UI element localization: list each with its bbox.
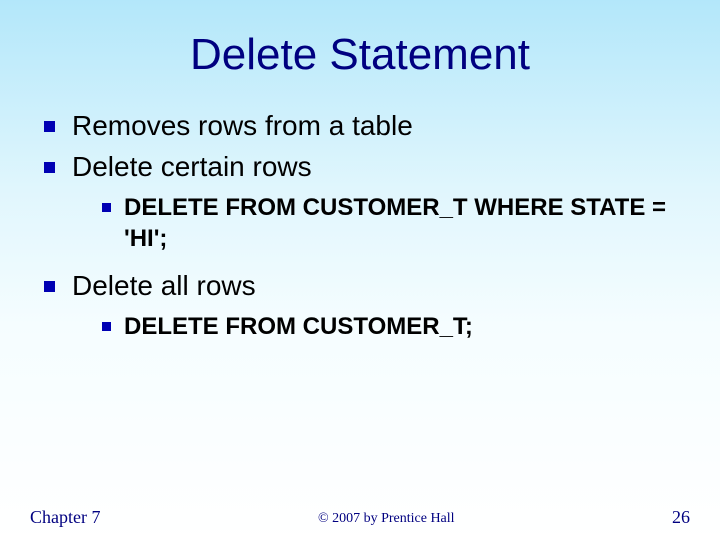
slide-title: Delete Statement xyxy=(30,30,690,80)
footer-chapter: Chapter 7 xyxy=(30,507,100,528)
sub-bullet-item: DELETE FROM CUSTOMER_T; xyxy=(102,311,690,342)
bullet-item: Delete certain rows DELETE FROM CUSTOMER… xyxy=(44,149,690,254)
footer-page-number: 26 xyxy=(672,507,690,528)
sub-bullet-list: DELETE FROM CUSTOMER_T WHERE STATE = 'HI… xyxy=(72,192,690,254)
bullet-text: Removes rows from a table xyxy=(72,110,413,141)
bullet-item: Delete all rows DELETE FROM CUSTOMER_T; xyxy=(44,268,690,342)
slide-footer: Chapter 7 © 2007 by Prentice Hall 26 xyxy=(0,507,720,528)
slide: Delete Statement Removes rows from a tab… xyxy=(0,0,720,540)
sub-bullet-text: DELETE FROM CUSTOMER_T; xyxy=(124,313,473,340)
bullet-list: Removes rows from a table Delete certain… xyxy=(30,108,690,343)
bullet-text: Delete all rows xyxy=(72,270,256,301)
sub-bullet-list: DELETE FROM CUSTOMER_T; xyxy=(72,311,690,342)
bullet-item: Removes rows from a table xyxy=(44,108,690,143)
bullet-text: Delete certain rows xyxy=(72,151,312,182)
sub-bullet-text: DELETE FROM CUSTOMER_T WHERE STATE = 'HI… xyxy=(124,194,666,252)
sub-bullet-item: DELETE FROM CUSTOMER_T WHERE STATE = 'HI… xyxy=(102,192,690,254)
footer-copyright: © 2007 by Prentice Hall xyxy=(100,511,672,528)
